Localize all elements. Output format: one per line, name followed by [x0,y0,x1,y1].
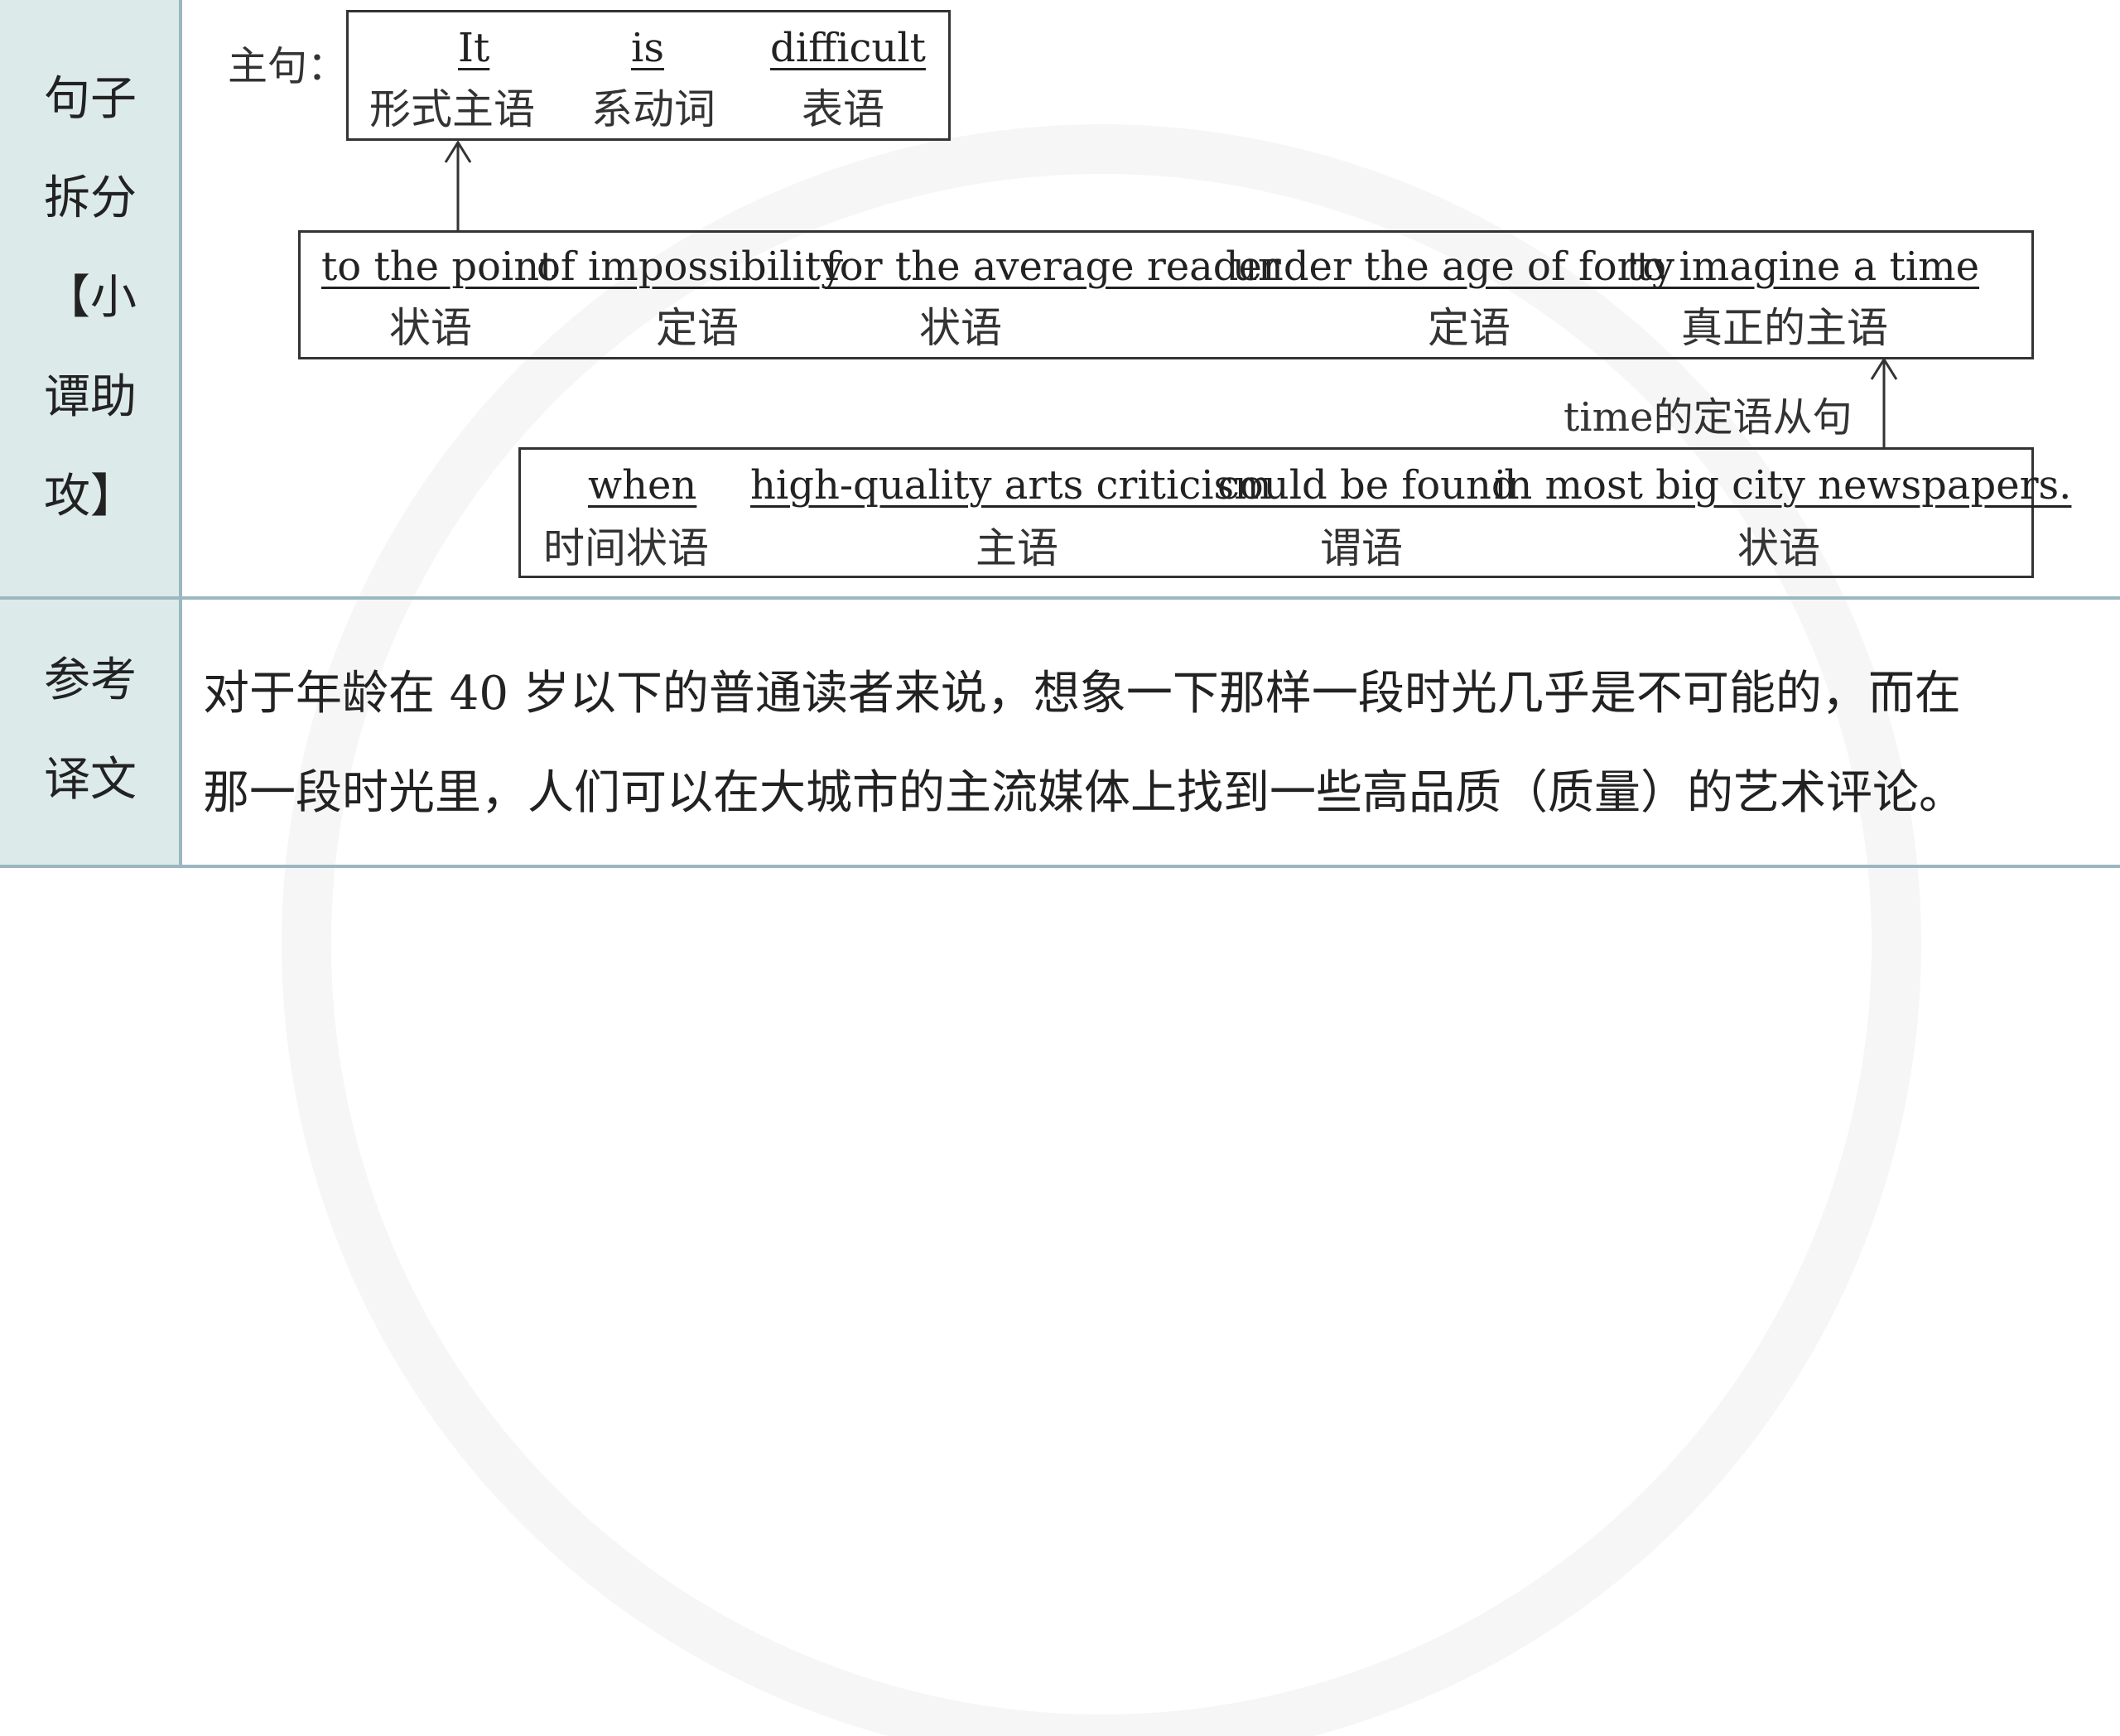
main-clause-role: 表语 [802,85,884,133]
relative-clause-label: time的定语从句 [1564,394,1853,441]
main-clause-word: is [631,25,664,71]
relative-clause-word: in most big city newspapers. [1494,462,2072,509]
relative-clause-role: 时间状语 [543,524,709,572]
relative-clause-role: 状语 [1737,524,1820,572]
relative-clause-word: when [588,462,697,509]
infinitive-role: 真正的主语 [1681,304,1888,352]
main-clause-role: 形式主语 [369,85,535,133]
infinitive-role: 定语 [656,304,739,352]
relative-clause-role: 谓语 [1320,524,1403,572]
infinitive-word: of impossibility [537,244,844,290]
infinitive-role: 定语 [1428,304,1510,352]
sentence-analysis-table: 句子 拆分 【小 谭助 攻】 参考 译文 主句： It 形式主语 is 系动词 … [0,0,2120,868]
relative-clause-role: 主语 [976,524,1058,572]
relative-clause-word: high-quality arts criticism [750,462,1272,509]
translation-line: 那一段时光里，人们可以在大城市的主流媒体上找到一些高品质（质量）的艺术评论。 [203,766,1965,820]
main-clause-label: 主句： [228,43,348,89]
relative-clause-word: could be found [1217,462,1517,509]
infinitive-word: for the average reader [825,244,1281,290]
infinitive-word: to imagine a time [1626,244,1980,290]
main-clause-role: 系动词 [591,85,716,133]
translation-line: 对于年龄在 40 岁以下的普通读者来说，想象一下那样一段时光几乎是不可能的，而在 [203,667,1961,721]
infinitive-role: 状语 [389,304,472,352]
main-clause-word: difficult [770,25,926,71]
main-clause-word: It [458,25,490,71]
infinitive-word: under the age of forty [1232,244,1674,290]
infinitive-role: 状语 [919,304,1002,352]
infinitive-word: to the point [321,244,556,290]
